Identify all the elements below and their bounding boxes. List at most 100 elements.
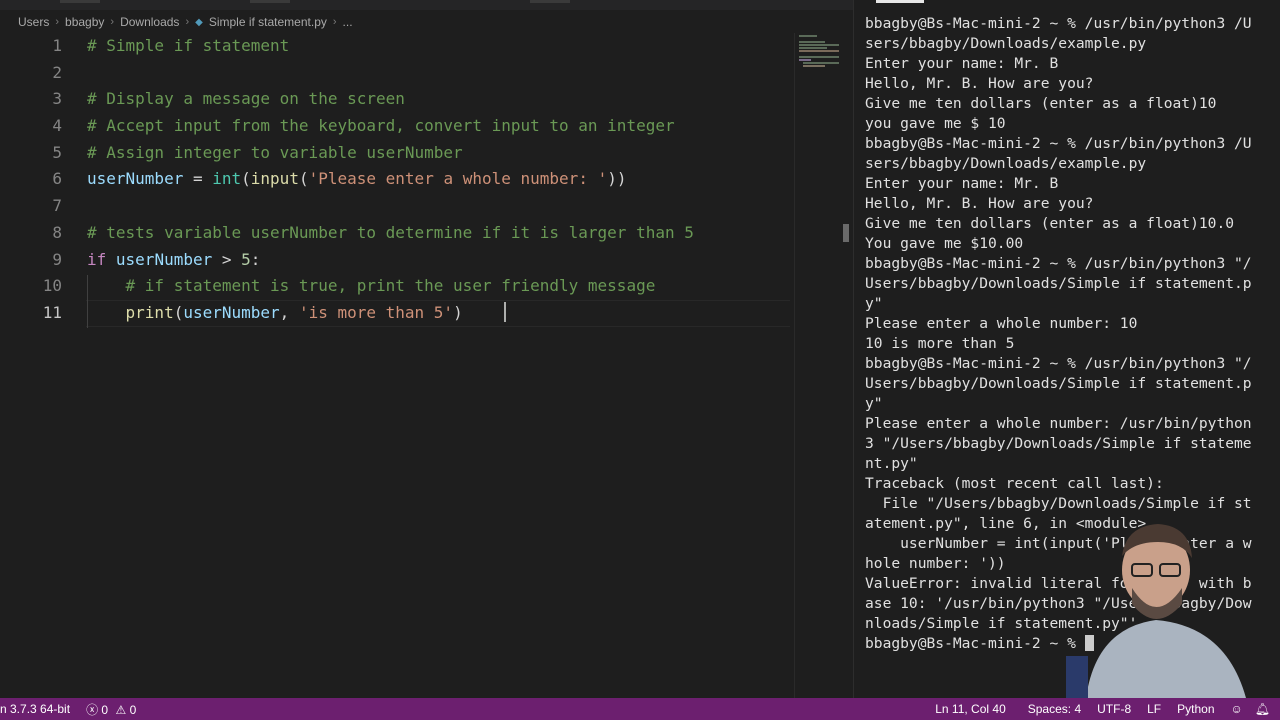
terminal-line-text: sers/bbagby/Downloads/example.py	[865, 35, 1147, 52]
code-line[interactable]: 8 # tests variable userNumber to determin…	[0, 220, 790, 247]
terminal-line: Give me ten dollars (enter as a float)10…	[865, 214, 1269, 234]
breadcrumb-users[interactable]: Users	[18, 15, 49, 29]
terminal-line: sers/bbagby/Downloads/example.py	[865, 154, 1269, 174]
bell-icon[interactable]: 🔔︎	[1255, 702, 1270, 716]
line-number: 10	[42, 276, 62, 296]
code-text: # Display a message on the screen	[87, 86, 405, 113]
terminal-line-text: Hello, Mr. B. How are you?	[865, 195, 1094, 212]
python-interpreter[interactable]: n 3.7.3 64-bit	[0, 702, 70, 716]
terminal-line-text: y"	[865, 395, 883, 412]
terminal-line: nt.py"	[865, 454, 1269, 474]
scrollbar-thumb[interactable]	[843, 224, 849, 242]
terminal-line: bbagby@Bs-Mac-mini-2 ~ % /usr/bin/python…	[865, 254, 1269, 274]
language-mode[interactable]: Python	[1177, 702, 1214, 716]
code-line[interactable]: 9 if userNumber > 5:	[0, 247, 790, 274]
warning-icon: ⚠	[115, 702, 127, 717]
line-ending[interactable]: LF	[1147, 702, 1161, 716]
terminal-line-text: Please enter a whole number: 10	[865, 315, 1138, 332]
code-line[interactable]: 3 # Display a message on the screen	[0, 86, 790, 113]
code-line[interactable]: 4 # Accept input from the keyboard, conve…	[0, 113, 790, 140]
terminal-line: Hello, Mr. B. How are you?	[865, 194, 1269, 214]
code-token: int	[212, 169, 242, 189]
terminal-line: bbagby@Bs-Mac-mini-2 ~ % /usr/bin/python…	[865, 134, 1269, 154]
error-icon: ⓧ	[86, 702, 99, 717]
terminal-line: you gave me $ 10	[865, 114, 1269, 134]
terminal-line-text: Enter your name: Mr. B	[865, 175, 1059, 192]
code-line[interactable]: 7	[0, 193, 790, 220]
minimap-line	[799, 35, 817, 37]
chevron-right-icon: ›	[55, 16, 60, 28]
code-token: userNumber	[87, 169, 184, 189]
code-line[interactable]: 1 # Simple if statement	[0, 33, 790, 60]
minimap-line	[799, 59, 811, 61]
terminal-line-text: Users/bbagby/Downloads/Simple if stateme…	[865, 275, 1252, 292]
code-editor[interactable]: 1 # Simple if statement 2 3 # Display a mess…	[0, 33, 790, 327]
terminal-line: Hello, Mr. B. How are you?	[865, 74, 1269, 94]
code-token: (	[298, 169, 309, 189]
tab-fragment[interactable]	[250, 0, 290, 3]
terminal-line: Please enter a whole number: /usr/bin/py…	[865, 414, 1269, 434]
problems-indicator[interactable]: ⓧ 0 ⚠ 0	[86, 701, 136, 718]
terminal-line-text: sers/bbagby/Downloads/example.py	[865, 155, 1147, 172]
line-number: 1	[52, 36, 62, 55]
code-line[interactable]: 2	[0, 60, 790, 87]
terminal-line-text: bbagby@Bs-Mac-mini-2 ~ % /usr/bin/python…	[865, 255, 1252, 272]
code-token: 'Please enter a whole number: '	[308, 169, 608, 189]
terminal-line: Traceback (most recent call last):	[865, 474, 1269, 494]
indentation[interactable]: Spaces: 4	[1028, 702, 1081, 716]
code-token: # Simple if statement	[87, 36, 290, 55]
code-token: userNumber	[115, 249, 213, 269]
tab-fragment[interactable]	[60, 0, 100, 3]
presenter-image	[1066, 524, 1246, 698]
minimap-line	[799, 47, 827, 49]
terminal-line-text: Please enter a whole number: /usr/bin/py…	[865, 415, 1252, 432]
line-number: 4	[52, 116, 62, 136]
terminal-line-text: bbagby@Bs-Mac-mini-2 ~ % /usr/bin/python…	[865, 355, 1252, 372]
terminal-tab-indicator[interactable]	[876, 0, 924, 3]
minimap-line	[799, 41, 825, 43]
terminal-line-text: bbagby@Bs-Mac-mini-2 ~ % /usr/bin/python…	[865, 15, 1252, 32]
line-number: 8	[52, 222, 62, 242]
terminal-line: y"	[865, 394, 1269, 414]
terminal-line-text: Hello, Mr. B. How are you?	[865, 75, 1094, 92]
terminal-line-text: hole number: '))	[865, 555, 1006, 572]
terminal-line: Enter your name: Mr. B	[865, 54, 1269, 74]
terminal-line-text: Give me ten dollars (enter as a float)10…	[865, 215, 1235, 232]
breadcrumb-symbol[interactable]: ...	[343, 15, 353, 29]
tab-fragment[interactable]	[530, 0, 570, 3]
code-token: ))	[607, 169, 627, 189]
terminal-line: Users/bbagby/Downloads/Simple if stateme…	[865, 274, 1269, 294]
terminal-line: y"	[865, 294, 1269, 314]
code-line[interactable]: 5 # Assign integer to variable userNumber	[0, 140, 790, 167]
code-token: (	[173, 302, 184, 322]
code-token: >	[212, 249, 242, 269]
code-text: userNumber = int(input('Please enter a w…	[87, 166, 626, 193]
text-cursor	[504, 302, 506, 322]
code-token: =	[183, 169, 213, 189]
chevron-right-icon: ›	[185, 16, 190, 28]
code-line[interactable]: 6 userNumber = int(input('Please enter a …	[0, 166, 790, 193]
breadcrumb-downloads[interactable]: Downloads	[120, 15, 179, 29]
code-token: 'is more than 5'	[298, 302, 454, 322]
breadcrumb-bbagby[interactable]: bbagby	[65, 15, 104, 29]
code-token: if	[87, 249, 107, 269]
code-token: # if statement is true, print the user f…	[125, 276, 656, 296]
terminal-line-text: bbagby@Bs-Mac-mini-2 ~ %	[865, 635, 1085, 652]
breadcrumb: Users › bbagby › Downloads › ◆ Simple if…	[0, 12, 853, 32]
python-file-icon: ◆	[195, 16, 203, 28]
chevron-right-icon: ›	[110, 16, 115, 28]
breadcrumb-file[interactable]: Simple if statement.py	[209, 15, 327, 29]
terminal-line-text: You gave me $10.00	[865, 235, 1024, 252]
terminal-line: sers/bbagby/Downloads/example.py	[865, 34, 1269, 54]
encoding[interactable]: UTF-8	[1097, 702, 1131, 716]
minimap-line	[799, 56, 839, 58]
code-line[interactable]: 10 # if statement is true, print the use…	[0, 273, 790, 300]
terminal-line: 3 "/Users/bbagby/Downloads/Simple if sta…	[865, 434, 1269, 454]
feedback-icon[interactable]: ☺	[1231, 702, 1243, 716]
code-token: (	[241, 169, 251, 189]
cursor-position[interactable]: Ln 11, Col 40	[935, 702, 1006, 716]
minimap[interactable]	[794, 33, 843, 698]
code-line[interactable]: 11 print(userNumber, 'is more than 5')	[0, 299, 790, 327]
